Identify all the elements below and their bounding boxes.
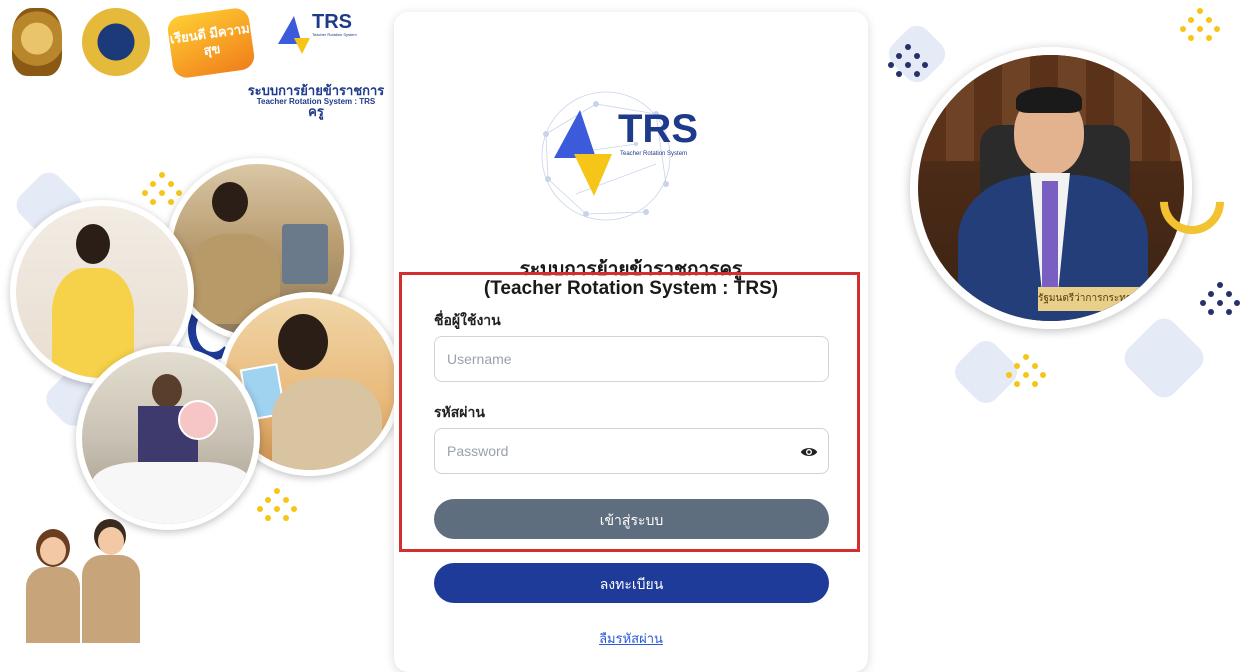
cartoon-teachers <box>20 515 150 643</box>
happy-learning-logo: เรียนดี มีความสุข <box>166 6 256 80</box>
nameplate: รัฐมนตรีว่าการกระทรวงศึกษาธิการ <box>1038 287 1172 311</box>
teacher-photo-4 <box>76 346 260 530</box>
register-button[interactable]: ลงทะเบียน <box>434 563 829 603</box>
password-label: รหัสผ่าน <box>434 404 485 420</box>
decor-dots <box>1200 282 1240 322</box>
trs-network-logo: TRS Teacher Rotation System <box>541 91 698 221</box>
forgot-password-link[interactable]: ลืมรหัสผ่าน <box>394 628 868 649</box>
username-label: ชื่อผู้ใช้งาน <box>434 312 501 328</box>
svg-text:Teacher Rotation System: Teacher Rotation System <box>312 32 357 37</box>
decor-diamond <box>1118 312 1210 404</box>
eye-icon[interactable] <box>800 443 818 461</box>
trs-small-logo: TRS Teacher Rotation System <box>278 11 357 54</box>
obec-emblem-logo <box>82 8 150 76</box>
decor-dots <box>1180 8 1220 48</box>
decor-dots <box>257 488 297 528</box>
login-button[interactable]: เข้าสู่ระบบ <box>434 499 829 539</box>
system-name-en: Teacher Rotation System : TRS <box>256 97 376 106</box>
password-input[interactable] <box>434 428 829 474</box>
svg-text:TRS: TRS <box>618 107 698 151</box>
username-input[interactable] <box>434 336 829 382</box>
svg-text:TRS: TRS <box>312 11 352 33</box>
ministry-emblem-logo <box>12 8 62 76</box>
svg-text:Teacher Rotation System: Teacher Rotation System <box>620 151 687 157</box>
minister-portrait: รัฐมนตรีว่าการกระทรวงศึกษาธิการ <box>910 47 1192 329</box>
decor-dots <box>1006 354 1046 394</box>
